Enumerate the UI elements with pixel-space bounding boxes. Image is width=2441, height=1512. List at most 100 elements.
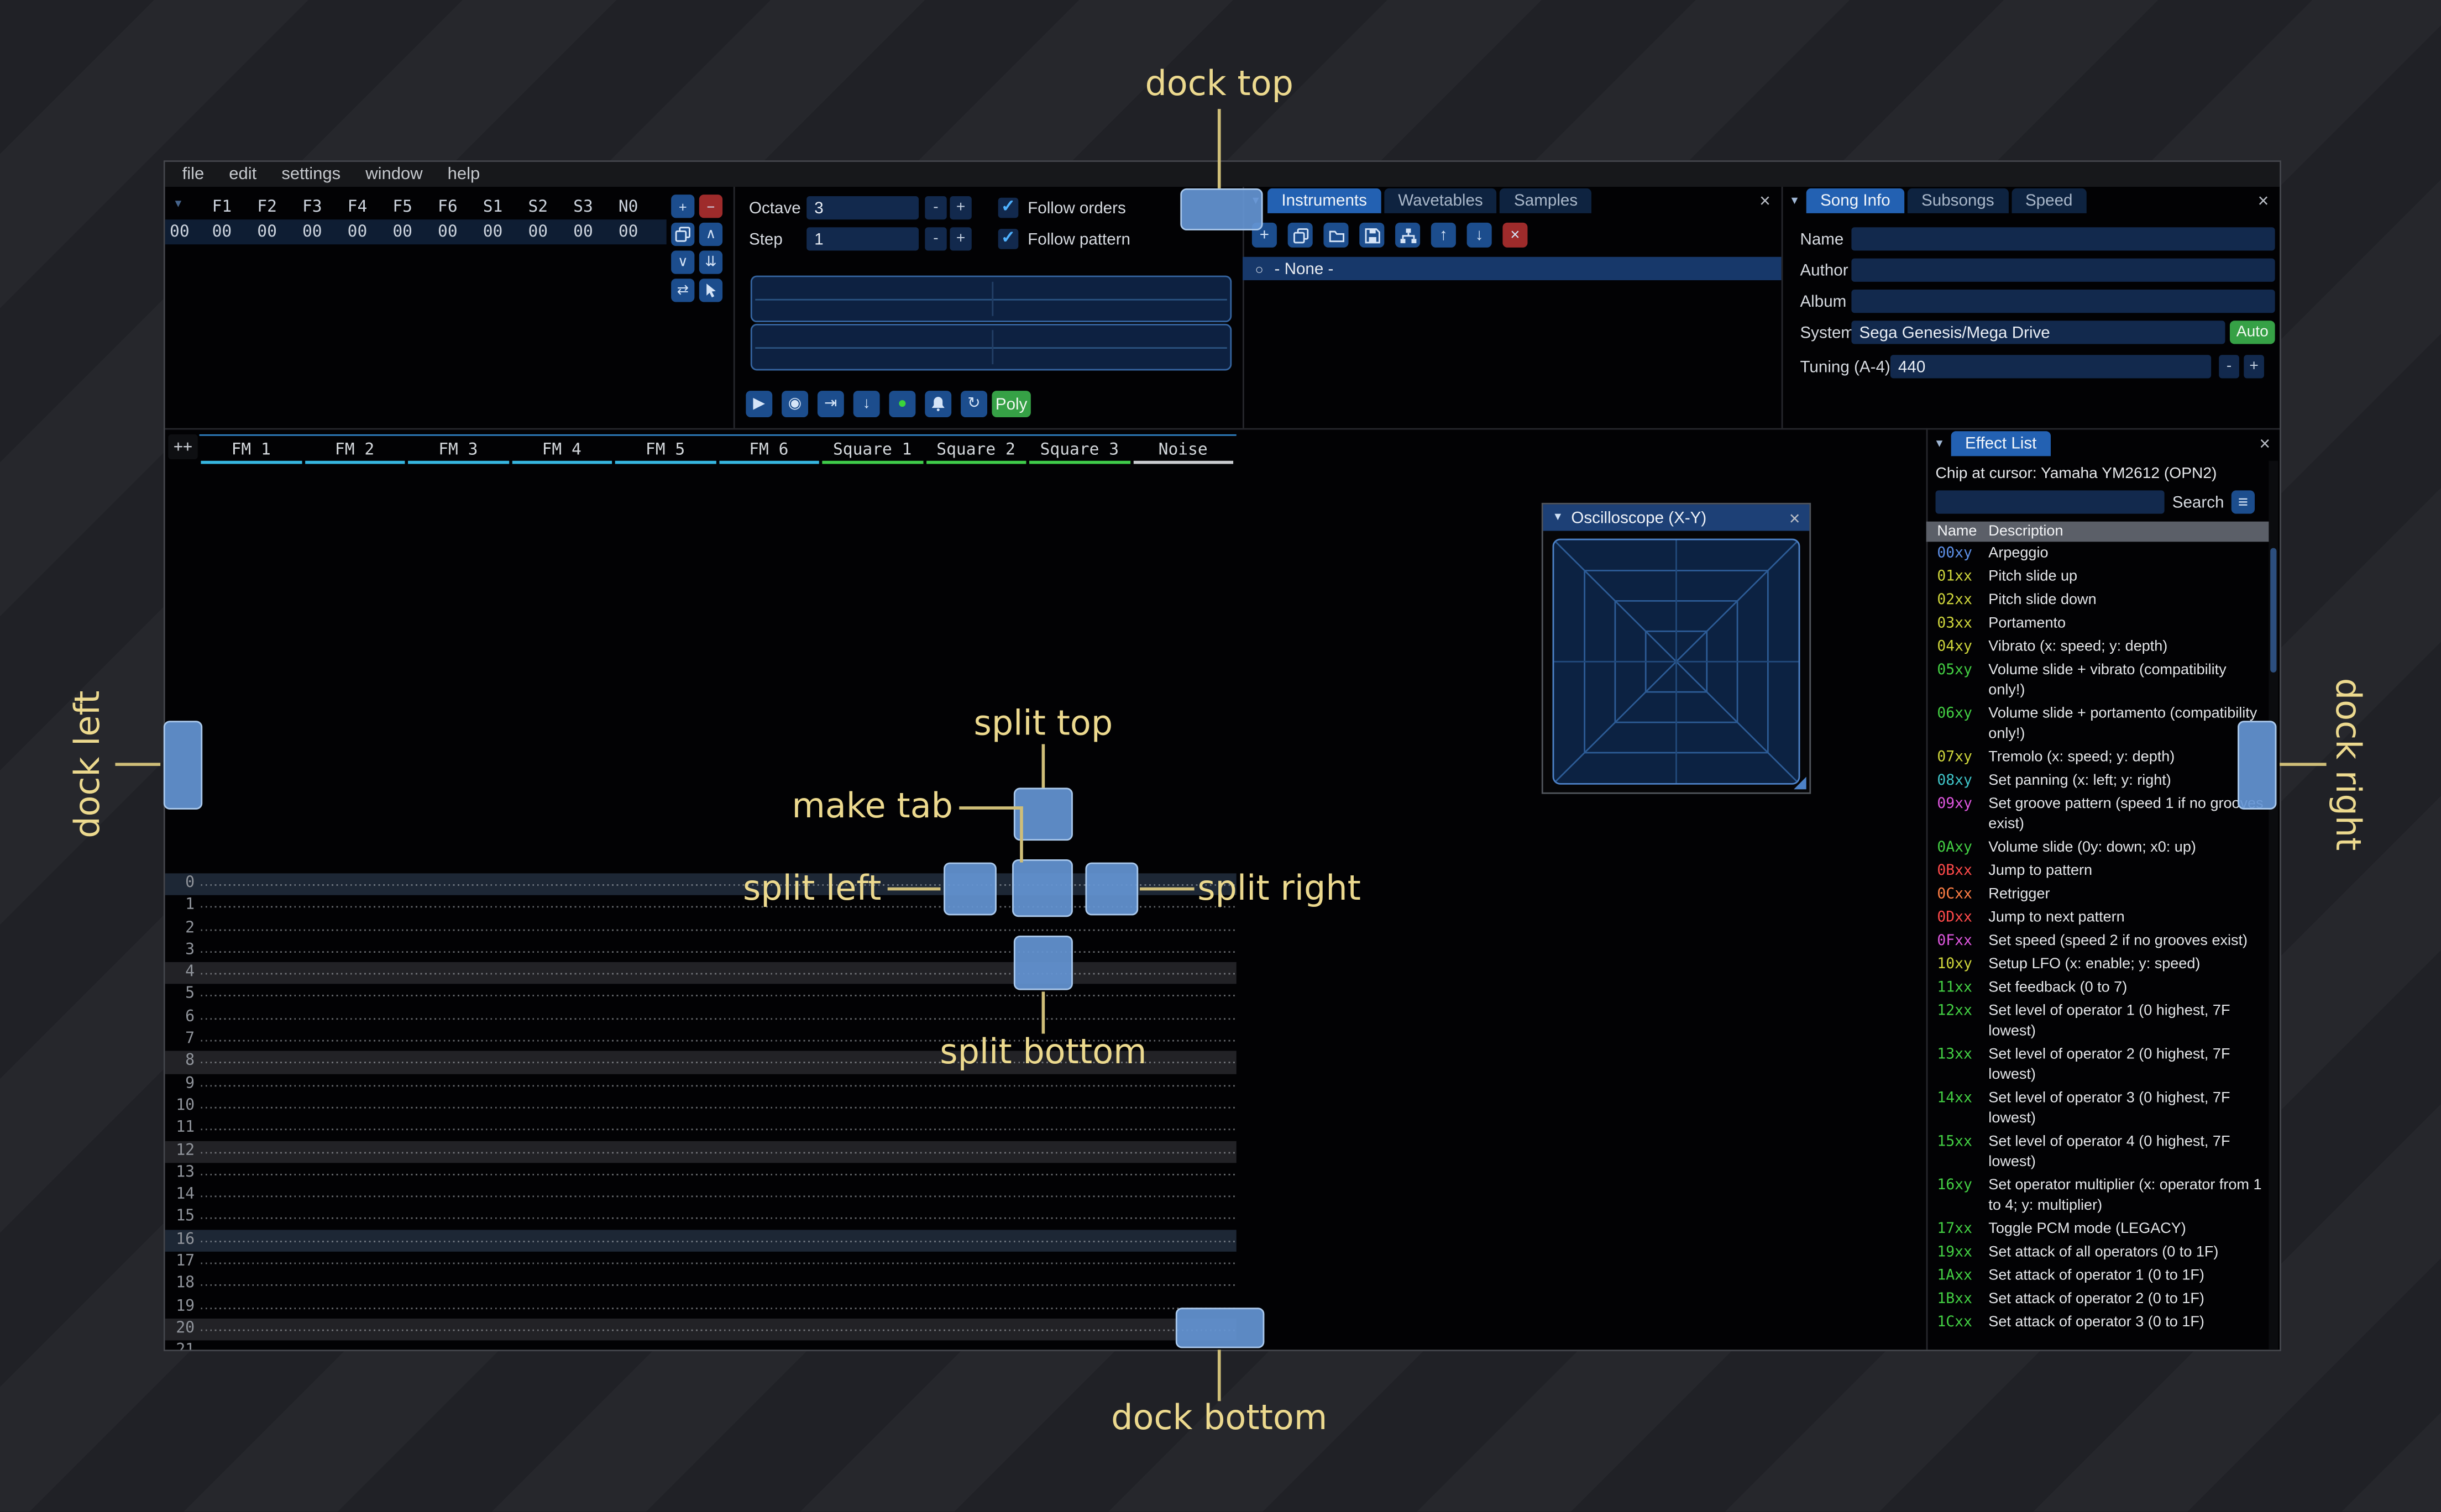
order-cell[interactable]: 00 xyxy=(244,223,290,242)
effect-list-scrollbar[interactable] xyxy=(2269,460,2278,1350)
dock-target-bottom[interactable] xyxy=(1175,1308,1265,1348)
play-pattern-button play-pattern-icon[interactable]: ◉ xyxy=(782,391,809,417)
album-input[interactable] xyxy=(1851,289,2275,313)
remove-order-button remove-icon[interactable]: − xyxy=(699,195,723,218)
pattern-row[interactable]: 11 xyxy=(165,1118,1237,1140)
effect-row[interactable]: 05xy Volume slide + vibrato (compatibilit… xyxy=(1926,659,2271,702)
effect-list-collapse-icon[interactable]: ▼ xyxy=(1934,439,1945,450)
orders-channel-s2[interactable]: S2 xyxy=(515,198,561,217)
order-cell[interactable]: 00 xyxy=(200,223,245,242)
orders-channel-f6[interactable]: F6 xyxy=(425,198,470,217)
tuning-decrease-button[interactable]: - xyxy=(2219,355,2239,379)
orders-channel-s3[interactable]: S3 xyxy=(561,198,606,217)
song-info-close-icon[interactable]: × xyxy=(2258,191,2269,210)
oscilloscope-xy-close-icon[interactable]: × xyxy=(1789,509,1800,528)
system-auto-button[interactable]: Auto xyxy=(2229,321,2275,344)
effect-row[interactable]: 01xx Pitch slide up xyxy=(1926,565,2271,589)
effect-row[interactable]: 10xy Setup LFO (x: enable; y: speed) xyxy=(1926,953,2271,976)
effect-row[interactable]: 13xx Set level of operator 2 (0 highest, … xyxy=(1926,1043,2271,1086)
move-instrument-up-button up-icon[interactable]: ↑ xyxy=(1431,222,1456,248)
instrument-list-item[interactable]: ○ - None - xyxy=(1242,256,1782,281)
play-button play-icon[interactable]: ▶ xyxy=(746,391,773,417)
octave-decrease-button[interactable]: - xyxy=(925,196,947,220)
repeat-pattern-button repeat-icon[interactable]: ↻ xyxy=(961,391,987,417)
effect-row[interactable]: 08xy Set panning (x: left; y: right) xyxy=(1926,769,2271,792)
tab-instruments[interactable]: Instruments xyxy=(1267,188,1381,213)
tuning-input[interactable]: 440 xyxy=(1890,355,2212,379)
dock-target-top[interactable] xyxy=(1180,188,1263,230)
effect-row[interactable]: 03xx Portamento xyxy=(1926,612,2271,635)
delete-instrument-button delete-icon[interactable]: × xyxy=(1502,222,1528,248)
orders-collapse-icon[interactable]: ▼ xyxy=(173,200,184,211)
pattern-row[interactable]: 20 xyxy=(165,1318,1237,1341)
effect-row[interactable]: 15xx Set level of operator 4 (0 highest, … xyxy=(1926,1130,2271,1174)
channel-header-fm-4[interactable]: FM 4 xyxy=(510,436,614,464)
pattern-row[interactable]: 21 xyxy=(165,1341,1237,1350)
tab-subsongs[interactable]: Subsongs xyxy=(1907,188,2008,213)
pattern-row[interactable]: 13 xyxy=(165,1163,1237,1185)
order-cell[interactable]: 00 xyxy=(561,223,606,242)
open-instrument-button folder-icon[interactable] xyxy=(1323,222,1349,248)
effect-row[interactable]: 04xy Vibrato (x: speed; y: depth) xyxy=(1926,635,2271,658)
effect-row[interactable]: 0Dxx Jump to next pattern xyxy=(1926,906,2271,929)
tab-speed[interactable]: Speed xyxy=(2011,188,2087,213)
effect-row[interactable]: 17xx Toggle PCM mode (LEGACY) xyxy=(1926,1217,2271,1241)
step-increase-button[interactable]: + xyxy=(950,227,972,251)
effect-row[interactable]: 0Cxx Retrigger xyxy=(1926,883,2271,906)
oscilloscope-xy-titlebar[interactable]: Oscilloscope (X-Y) xyxy=(1543,504,1810,531)
instrument-folders-button sitemap-icon[interactable] xyxy=(1395,222,1421,248)
menu-item-edit[interactable]: edit xyxy=(217,162,269,187)
pattern-row[interactable]: 18 xyxy=(165,1274,1237,1296)
menu-item-help[interactable]: help xyxy=(435,162,493,187)
dock-target-right[interactable] xyxy=(2238,721,2277,810)
menu-item-settings[interactable]: settings xyxy=(269,162,353,187)
resize-grip[interactable] xyxy=(1794,776,1806,790)
follow-pattern-checkbox[interactable]: ✓ xyxy=(998,229,1019,249)
effect-row[interactable]: 0Bxx Jump to pattern xyxy=(1926,859,2271,883)
order-cell[interactable]: 00 xyxy=(515,223,561,242)
pattern-row[interactable]: 12 xyxy=(165,1140,1237,1163)
effect-row[interactable]: 14xx Set level of operator 3 (0 highest, … xyxy=(1926,1086,2271,1130)
pattern-row[interactable]: 4 xyxy=(165,962,1237,985)
effect-row[interactable]: 00xy Arpeggio xyxy=(1926,542,2271,565)
pattern-row[interactable]: 6 xyxy=(165,1007,1237,1029)
channel-header-fm-3[interactable]: FM 3 xyxy=(406,436,510,464)
orders-channel-f2[interactable]: F2 xyxy=(244,198,290,217)
order-cell[interactable]: 00 xyxy=(380,223,425,242)
order-cell[interactable]: 00 xyxy=(606,223,651,242)
orders-channel-f3[interactable]: F3 xyxy=(290,198,335,217)
pattern-row[interactable]: 14 xyxy=(165,1185,1237,1207)
orders-channel-f1[interactable]: F1 xyxy=(200,198,245,217)
effect-list-close-icon[interactable]: × xyxy=(2259,434,2270,453)
duplicate-instrument-button copy-icon[interactable] xyxy=(1287,222,1313,248)
step-input[interactable]: 1 xyxy=(806,227,919,251)
channel-header-noise[interactable]: Noise xyxy=(1132,436,1235,464)
effect-row[interactable]: 0Fxx Set speed (speed 2 if no grooves exi… xyxy=(1926,930,2271,953)
orders-channel-f4[interactable]: F4 xyxy=(335,198,380,217)
effect-row[interactable]: 11xx Set feedback (0 to 7) xyxy=(1926,976,2271,999)
pattern-row[interactable]: 16 xyxy=(165,1229,1237,1252)
orders-channel-n0[interactable]: N0 xyxy=(606,198,651,217)
duplicate-order-button copy-icon[interactable] xyxy=(671,222,695,246)
effect-row[interactable]: 06xy Volume slide + portamento (compatibi… xyxy=(1926,702,2271,746)
octave-increase-button[interactable]: + xyxy=(950,196,972,220)
tab-song-info[interactable]: Song Info xyxy=(1806,188,1905,213)
oscilloscope-xy-collapse-icon[interactable]: ▼ xyxy=(1553,512,1564,523)
play-once-button play-once-icon[interactable]: ⇥ xyxy=(817,391,844,417)
order-edit-mode-button cursor-icon[interactable] xyxy=(699,279,723,302)
effect-row[interactable]: 07xy Tremolo (x: speed; y: depth) xyxy=(1926,746,2271,769)
follow-orders-checkbox[interactable]: ✓ xyxy=(998,197,1019,218)
order-cell[interactable]: 00 xyxy=(470,223,516,242)
order-cell[interactable]: 00 xyxy=(425,223,470,242)
save-instrument-button floppy-icon[interactable] xyxy=(1359,222,1385,248)
effect-search-input[interactable] xyxy=(1935,490,2165,514)
move-order-up-button chevron-up-icon[interactable]: ∧ xyxy=(699,222,723,246)
pattern-row[interactable]: 3 xyxy=(165,940,1237,962)
channel-header-fm-5[interactable]: FM 5 xyxy=(614,436,717,464)
channel-header-fm-2[interactable]: FM 2 xyxy=(303,436,406,464)
duplicate-order-end-button double-down-icon[interactable]: ⇊ xyxy=(699,250,723,274)
channel-header-square-2[interactable]: Square 2 xyxy=(924,436,1028,464)
name-input[interactable] xyxy=(1851,227,2275,251)
order-index[interactable]: 00 xyxy=(170,223,190,242)
pattern-row[interactable]: 10 xyxy=(165,1096,1237,1118)
